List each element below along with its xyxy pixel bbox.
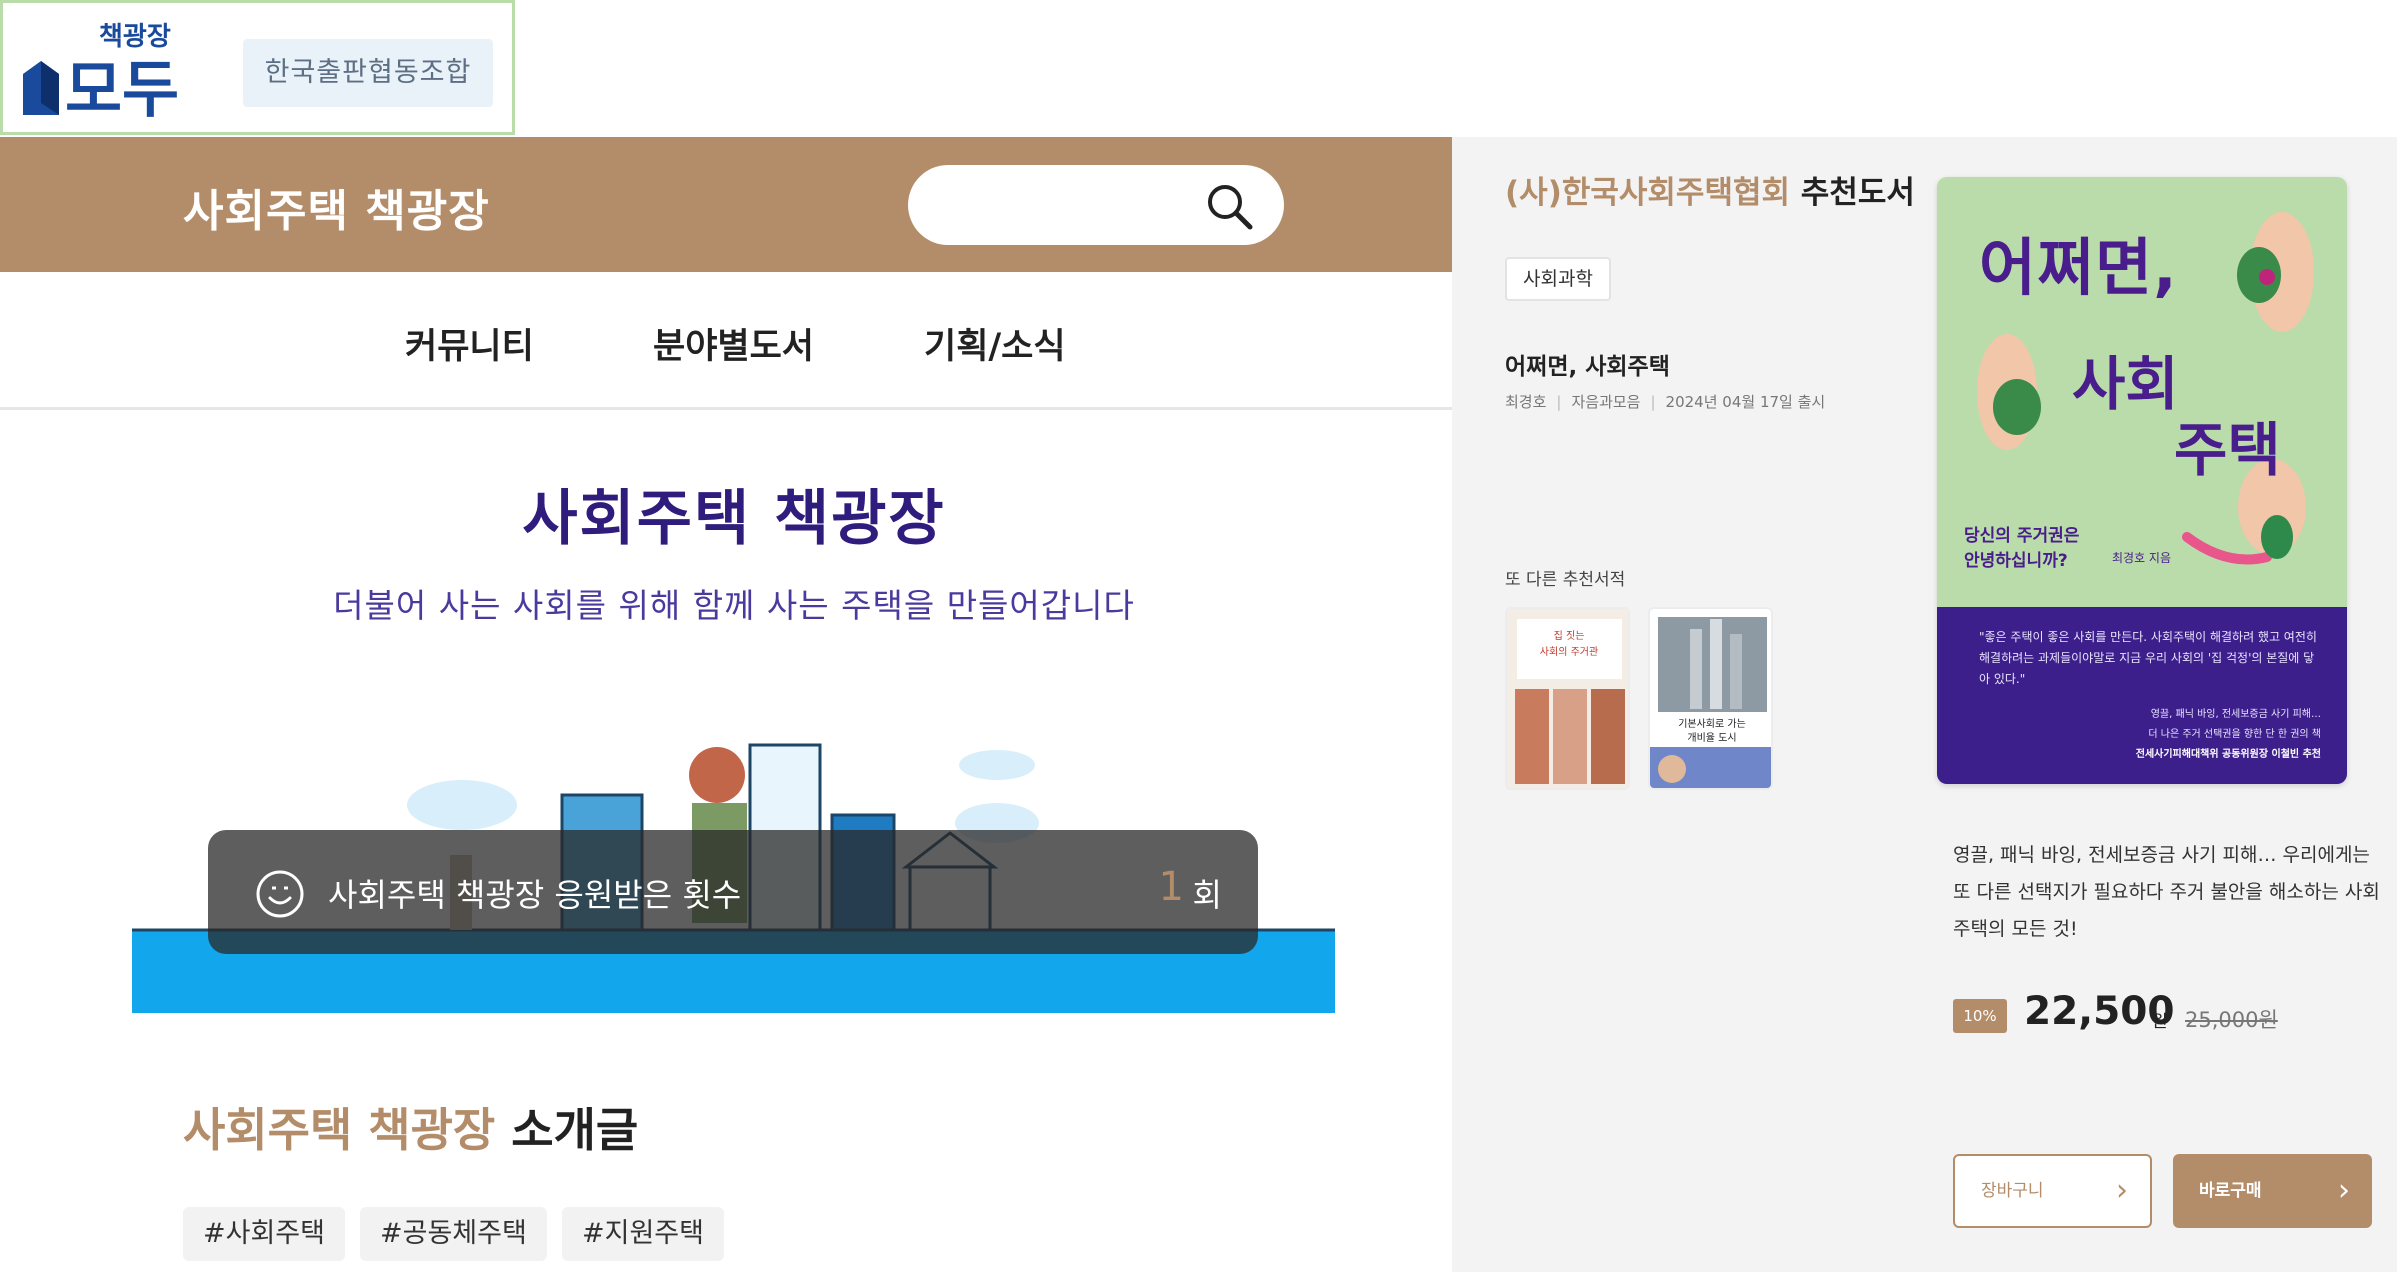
counter-unit: 회 <box>1192 876 1222 914</box>
cart-button-label: 장바구니 <box>1981 1181 2044 1201</box>
smile-icon <box>256 870 304 918</box>
svg-text:사회의 주거관: 사회의 주거관 <box>1540 646 1598 658</box>
brand-bar: 사회주택 책광장 <box>0 137 1452 272</box>
search-icon[interactable] <box>1204 181 1254 231</box>
svg-text:모두: 모두 <box>65 53 179 119</box>
book-title[interactable]: 어쩌면, 사회주택 <box>1505 347 1670 381</box>
book-release: 2024년 04월 17일 출시 <box>1665 393 1826 411</box>
recommendation-panel: (사)한국사회주택협회 추천도서 사회과학 어쩌면, 사회주택 최경호 | 자음과모… <box>1452 137 2397 1272</box>
book-cover-image: 집 짓는 사회의 주거관 <box>1507 609 1628 788</box>
recommend-org: (사)한국사회주택협회 <box>1505 175 1791 211</box>
support-counter: 사회주택 책광장 응원받은 횟수 1 회 <box>208 830 1258 954</box>
cover-title-line1: 어쩌면, <box>1979 231 2178 304</box>
cover-tagline-1: 당신의 주거권은 <box>1964 526 2080 546</box>
book-cover-image: 기본사회로 가는 개비율 도시 <box>1650 609 1771 788</box>
counter-value: 1 <box>1158 864 1184 910</box>
add-to-cart-button[interactable]: 장바구니 › <box>1953 1154 2152 1228</box>
cover-rec-line2: 더 나은 주거 선택권을 향한 단 한 권의 책 <box>2148 729 2321 740</box>
chevron-right-icon: › <box>2116 1173 2128 1208</box>
cover-title-line2: 사회 <box>2072 350 2179 418</box>
original-price: 25,000원 <box>2185 1008 2278 1032</box>
svg-text:집 짓는: 집 짓는 <box>1554 630 1585 642</box>
recommend-title-rest: 추천도서 <box>1790 175 1915 211</box>
buy-button-label: 바로구매 <box>2199 1181 2262 1201</box>
other-book-thumb[interactable]: 기본사회로 가는 개비율 도시 <box>1648 607 1773 790</box>
nav-item-books-by-field[interactable]: 분야별도서 <box>653 318 814 369</box>
cover-tagline-2: 안녕하십니까? <box>1964 551 2068 571</box>
book-author: 최경호 <box>1505 393 1547 411</box>
nav-item-planning-news[interactable]: 기획/소식 <box>924 318 1066 369</box>
search-input[interactable] <box>908 165 1284 245</box>
svg-text:책광장: 책광장 <box>99 22 171 52</box>
cover-recommendation: 영끌, 패닉 바잉, 전세보증금 사기 피해… 더 나은 주거 선택권을 향한 … <box>2071 705 2321 765</box>
meta-separator: | <box>1556 393 1562 411</box>
site-logo-area[interactable]: 책광장 모두 한국출판협동조합 <box>0 0 515 135</box>
book-cover[interactable]: 어쩌면, 사회 주택 당신의 주거권은 안녕하십니까? 최경호 지음 "좋은 주… <box>1937 177 2347 784</box>
site-logo[interactable]: 책광장 모두 <box>17 19 187 119</box>
nav-item-community[interactable]: 커뮤니티 <box>405 318 534 369</box>
main-nav: 커뮤니티 분야별도서 기획/소식 <box>0 272 1452 410</box>
intro-title-accent: 사회주택 책광장 <box>183 1103 496 1157</box>
cover-rec-line3: 전세사기피해대책위 공동위원장 이철빈 추천 <box>2135 749 2321 760</box>
svg-text:기본사회로 가는: 기본사회로 가는 <box>1678 718 1746 730</box>
cover-author: 최경호 지음 <box>2112 551 2172 565</box>
category-chip[interactable]: 사회과학 <box>1505 257 1611 301</box>
buy-now-button[interactable]: 바로구매 › <box>2173 1154 2372 1228</box>
hashtag-social-housing[interactable]: #사회주택 <box>183 1207 345 1261</box>
hashtag-community-housing[interactable]: #공동체주택 <box>360 1207 547 1261</box>
discount-badge: 10% <box>1953 999 2007 1033</box>
hero-subtitle: 더불어 사는 사회를 위해 함께 사는 주택을 만들어갑니다 <box>333 586 1135 625</box>
brand-title[interactable]: 사회주택 책광장 <box>183 175 490 239</box>
book-publisher: 자음과모음 <box>1571 393 1641 411</box>
hero-title: 사회주택 책광장 <box>522 484 946 554</box>
cover-rec-line1: 영끌, 패닉 바잉, 전세보증금 사기 피해… <box>2150 709 2321 720</box>
publisher-badge[interactable]: 한국출판협동조합 <box>243 39 493 107</box>
counter-label: 사회주택 책광장 응원받은 횟수 <box>328 876 742 914</box>
book-meta: 최경호 | 자음과모음 | 2024년 04월 17일 출시 <box>1505 391 1825 412</box>
intro-title: 사회주택 책광장 소개글 <box>183 1094 638 1160</box>
cover-title-line3: 주택 <box>2174 416 2281 484</box>
recommend-title: (사)한국사회주택협회 추천도서 <box>1505 167 1915 212</box>
cover-blurb: "좋은 주택이 좋은 사회를 만든다. 사회주택이 해결하려 했고 여전히 해결… <box>1979 630 2317 686</box>
other-book-thumb[interactable]: 집 짓는 사회의 주거관 <box>1505 607 1630 790</box>
svg-text:개비율 도시: 개비율 도시 <box>1687 732 1736 744</box>
intro-title-rest: 소개글 <box>495 1103 639 1157</box>
hashtag-supportive-housing[interactable]: #지원주택 <box>562 1207 724 1261</box>
chevron-right-icon: › <box>2338 1173 2350 1208</box>
price-unit: 원 <box>2152 1012 2168 1032</box>
other-books-label: 또 다른 추천서적 <box>1505 570 1626 590</box>
book-description: 영끌, 패닉 바잉, 전세보증금 사기 피해… 우리에게는 또 다른 선택지가 … <box>1953 844 2380 940</box>
meta-separator: | <box>1650 393 1656 411</box>
